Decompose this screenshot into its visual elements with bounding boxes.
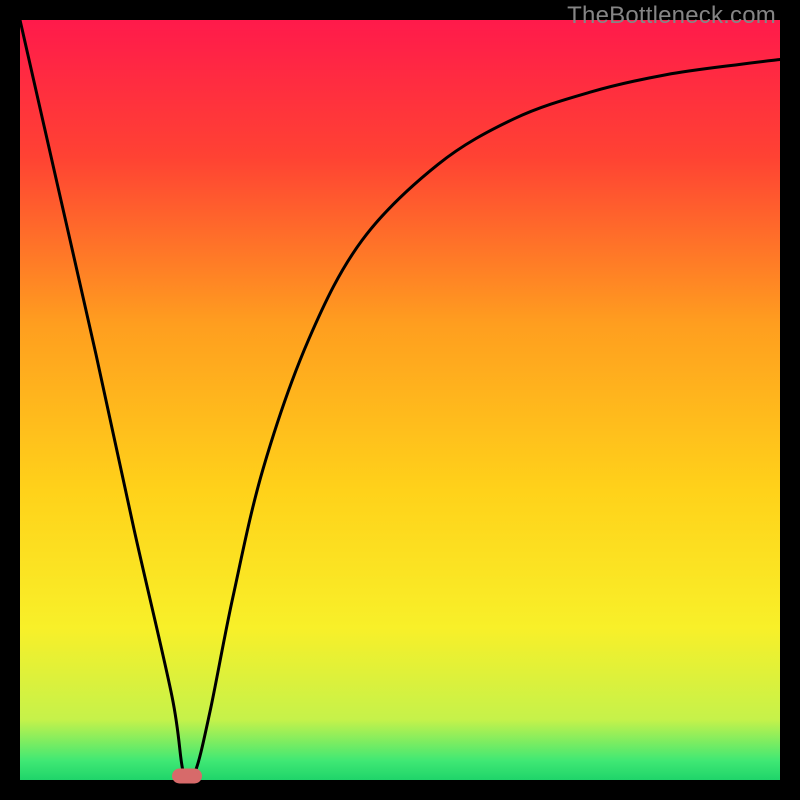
watermark-text: TheBottleneck.com xyxy=(567,2,776,30)
chart-gradient-background xyxy=(20,20,780,780)
chart-frame xyxy=(20,20,780,780)
optimum-marker xyxy=(172,769,202,784)
